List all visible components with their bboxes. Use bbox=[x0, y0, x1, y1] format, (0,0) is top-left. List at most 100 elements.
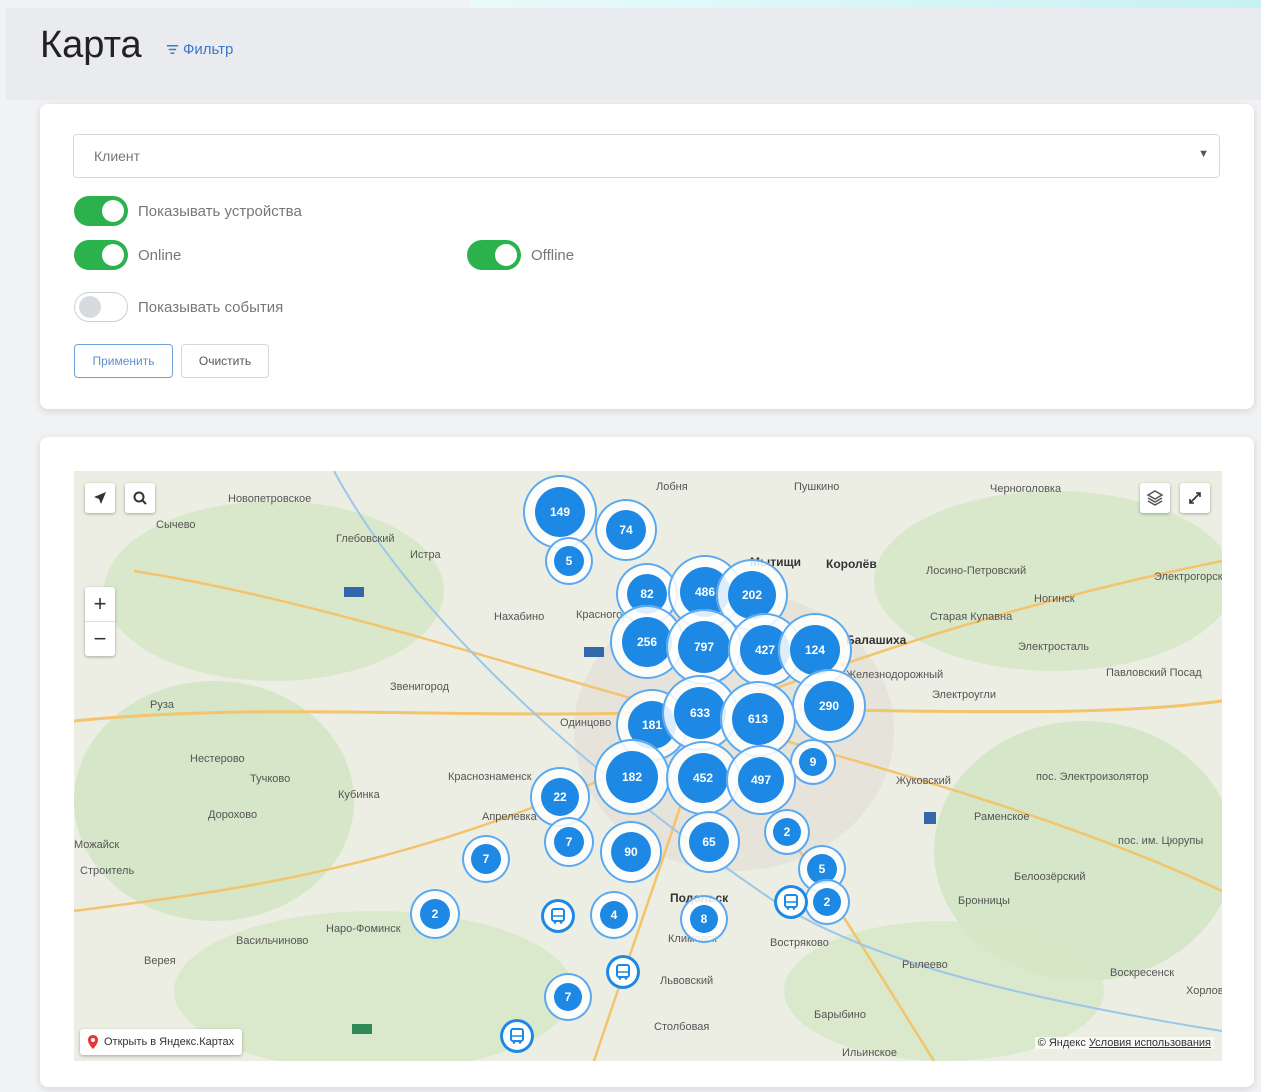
place-label: Дорохово bbox=[208, 809, 258, 821]
device-marker[interactable] bbox=[774, 885, 808, 919]
zoom-out-button[interactable]: − bbox=[85, 621, 115, 656]
place-label: Павловский Посад bbox=[1106, 667, 1202, 679]
place-label: Нестерово bbox=[190, 753, 245, 765]
place-label: пос. Электроизолятор bbox=[1036, 771, 1149, 783]
place-label: Балашиха bbox=[846, 633, 907, 647]
cluster-count: 124 bbox=[790, 625, 840, 675]
cluster-marker[interactable]: 4 bbox=[590, 891, 638, 939]
place-label: Хорлово bbox=[1186, 985, 1222, 997]
cluster-count: 8 bbox=[690, 905, 718, 933]
place-label: Черноголовка bbox=[990, 483, 1062, 495]
place-label: Ильинское bbox=[842, 1047, 897, 1059]
place-label: Старая Купавна bbox=[930, 611, 1013, 623]
cluster-marker[interactable]: 182 bbox=[594, 739, 670, 815]
clear-button[interactable]: Очистить bbox=[181, 344, 269, 378]
open-in-yandex-label: Открыть в Яндекс.Картах bbox=[104, 1036, 235, 1048]
place-label: Лосино-Петровский bbox=[926, 565, 1027, 577]
place-label: Строитель bbox=[80, 865, 135, 877]
place-label: Львовский bbox=[660, 975, 714, 987]
location-arrow-icon bbox=[94, 492, 106, 504]
show-events-label: Показывать события bbox=[138, 298, 284, 316]
place-label: Пушкино bbox=[794, 481, 840, 493]
cluster-count: 90 bbox=[611, 832, 651, 872]
fullscreen-button[interactable] bbox=[1180, 483, 1210, 513]
cluster-marker[interactable]: 2 bbox=[804, 879, 850, 925]
chevron-down-icon: ▼ bbox=[1198, 148, 1209, 160]
place-label: Жуковский bbox=[896, 775, 951, 787]
map-viewport[interactable]: Новопетровское Сычево Глебовский Истра Л… bbox=[74, 471, 1222, 1061]
map-copyright: © Яндекс Условия использования bbox=[1034, 1037, 1214, 1049]
bus-icon bbox=[551, 908, 565, 924]
cluster-count: 9 bbox=[799, 748, 827, 776]
place-label: Верея bbox=[144, 955, 176, 967]
offline-toggle[interactable] bbox=[467, 240, 521, 270]
cluster-count: 5 bbox=[554, 546, 584, 576]
place-label: Королёв bbox=[826, 557, 877, 571]
device-marker[interactable] bbox=[500, 1019, 534, 1053]
geolocation-button[interactable] bbox=[85, 483, 115, 513]
copyright-text: © Яндекс bbox=[1037, 1037, 1086, 1049]
bus-icon bbox=[616, 964, 630, 980]
cluster-count: 4 bbox=[600, 901, 628, 929]
filter-link-label: Фильтр bbox=[183, 41, 234, 58]
map-pin-icon bbox=[88, 1035, 98, 1049]
apply-button[interactable]: Применить bbox=[74, 344, 173, 378]
top-accent-bar bbox=[470, 0, 1261, 8]
place-label: Нахабино bbox=[494, 611, 545, 623]
layers-button[interactable] bbox=[1140, 483, 1170, 513]
cluster-marker[interactable]: 9 bbox=[790, 739, 836, 785]
show-devices-toggle[interactable] bbox=[74, 196, 128, 226]
filter-icon bbox=[166, 45, 179, 54]
cluster-marker[interactable]: 5 bbox=[545, 537, 593, 585]
offline-label: Offline bbox=[531, 246, 575, 264]
cluster-marker[interactable]: 90 bbox=[600, 821, 662, 883]
cluster-count: 2 bbox=[773, 818, 801, 846]
place-label: Воскресенск bbox=[1110, 967, 1175, 979]
cluster-marker[interactable]: 74 bbox=[595, 499, 657, 561]
cluster-marker[interactable]: 8 bbox=[680, 895, 728, 943]
online-toggle[interactable] bbox=[74, 240, 128, 270]
place-label: Белоозёрский bbox=[1014, 871, 1086, 883]
online-row: Online bbox=[74, 240, 181, 270]
cluster-count: 22 bbox=[541, 778, 579, 816]
show-events-toggle[interactable] bbox=[74, 292, 128, 322]
cluster-count: 613 bbox=[732, 693, 784, 745]
show-devices-label: Показывать устройства bbox=[138, 202, 302, 220]
cluster-marker[interactable]: 7 bbox=[544, 817, 594, 867]
device-marker[interactable] bbox=[606, 955, 640, 989]
cluster-marker[interactable]: 7 bbox=[544, 973, 592, 1021]
cluster-count: 182 bbox=[606, 751, 658, 803]
map-search-button[interactable] bbox=[125, 483, 155, 513]
layers-icon bbox=[1146, 490, 1164, 506]
place-label: Звенигород bbox=[390, 681, 450, 693]
zoom-in-button[interactable]: + bbox=[85, 587, 115, 621]
cluster-marker[interactable]: 7 bbox=[462, 835, 510, 883]
place-label: Востряково bbox=[770, 937, 829, 949]
cluster-count: 452 bbox=[678, 753, 728, 803]
cluster-marker[interactable]: 65 bbox=[678, 811, 740, 873]
open-in-yandex-button[interactable]: Открыть в Яндекс.Картах bbox=[80, 1029, 243, 1055]
cluster-marker[interactable]: 497 bbox=[726, 745, 796, 815]
place-label: Рылеево bbox=[902, 959, 948, 971]
client-select[interactable]: Клиент ▼ bbox=[73, 134, 1220, 178]
cluster-marker[interactable]: 290 bbox=[792, 669, 866, 743]
cluster-count: 7 bbox=[554, 983, 582, 1011]
device-marker[interactable] bbox=[541, 899, 575, 933]
cluster-count: 202 bbox=[728, 571, 776, 619]
cluster-count: 633 bbox=[674, 687, 726, 739]
place-label: пос. им. Цюрупы bbox=[1118, 835, 1204, 847]
filter-toggle-link[interactable]: Фильтр bbox=[166, 41, 233, 58]
cluster-marker[interactable]: 2 bbox=[764, 809, 810, 855]
place-label: Апрелевка bbox=[482, 811, 537, 823]
expand-icon bbox=[1189, 492, 1201, 504]
place-label: Васильчиново bbox=[236, 935, 309, 947]
show-devices-row: Показывать устройства bbox=[74, 196, 302, 226]
cluster-marker[interactable]: 2 bbox=[410, 889, 460, 939]
zoom-control: + − bbox=[85, 587, 115, 656]
place-label: Железнодорожный bbox=[846, 669, 944, 681]
place-label: Кубинка bbox=[338, 789, 380, 801]
cluster-count: 2 bbox=[813, 888, 841, 916]
terms-link[interactable]: Условия использования bbox=[1089, 1037, 1211, 1049]
cluster-count: 290 bbox=[804, 681, 854, 731]
place-label: Тучково bbox=[250, 773, 291, 785]
